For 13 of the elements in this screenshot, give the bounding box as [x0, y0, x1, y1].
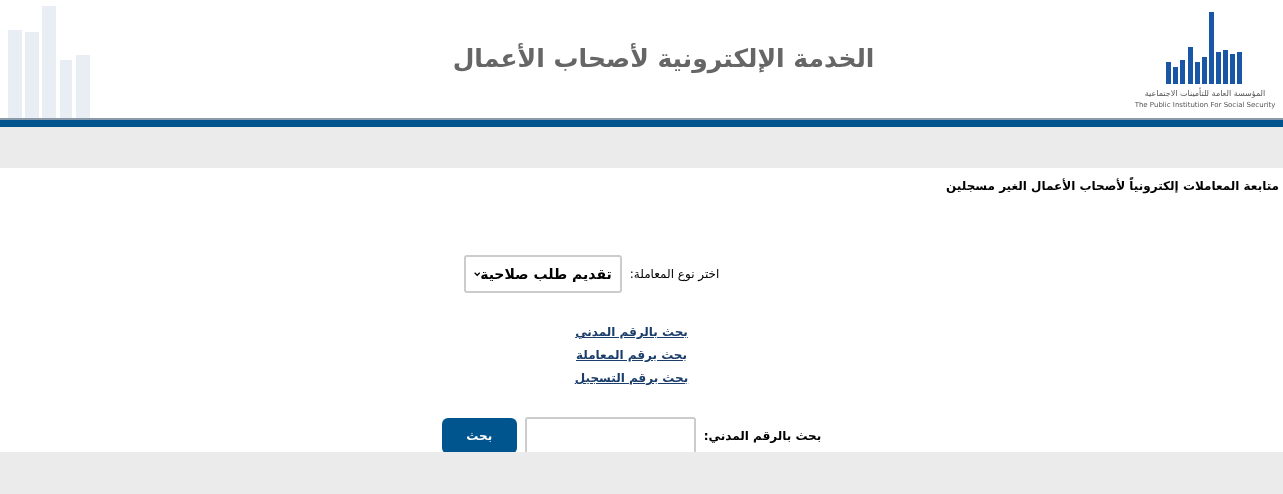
search-link[interactable]: بحث برقم المعاملة	[576, 346, 687, 364]
logo-arabic-text: المؤسسة العامة للتأمينات الاجتماعية	[1144, 87, 1266, 100]
field-label: بحث بالرقم المدني:	[703, 428, 822, 445]
search-button[interactable]: بحث	[441, 418, 517, 454]
civil-id-input[interactable]	[524, 417, 696, 455]
section-heading: متابعة المعاملات إلكترونياً لأصحاب الأعمال الغير مسجلين	[946, 179, 1279, 193]
search-link[interactable]: بحث بالرقم المدني	[575, 323, 688, 341]
search-link[interactable]: بحث برقم التسجيل	[574, 369, 689, 387]
transaction-type-select[interactable]: تقديم طلب صلاحية	[463, 255, 622, 293]
chevron-down-icon	[473, 270, 481, 278]
page-title: الخدمة الإلكترونية لأصحاب الأعمال	[452, 42, 875, 76]
logo-icon	[1166, 11, 1244, 84]
field-label: اختر نوع المعاملة:	[629, 266, 720, 283]
